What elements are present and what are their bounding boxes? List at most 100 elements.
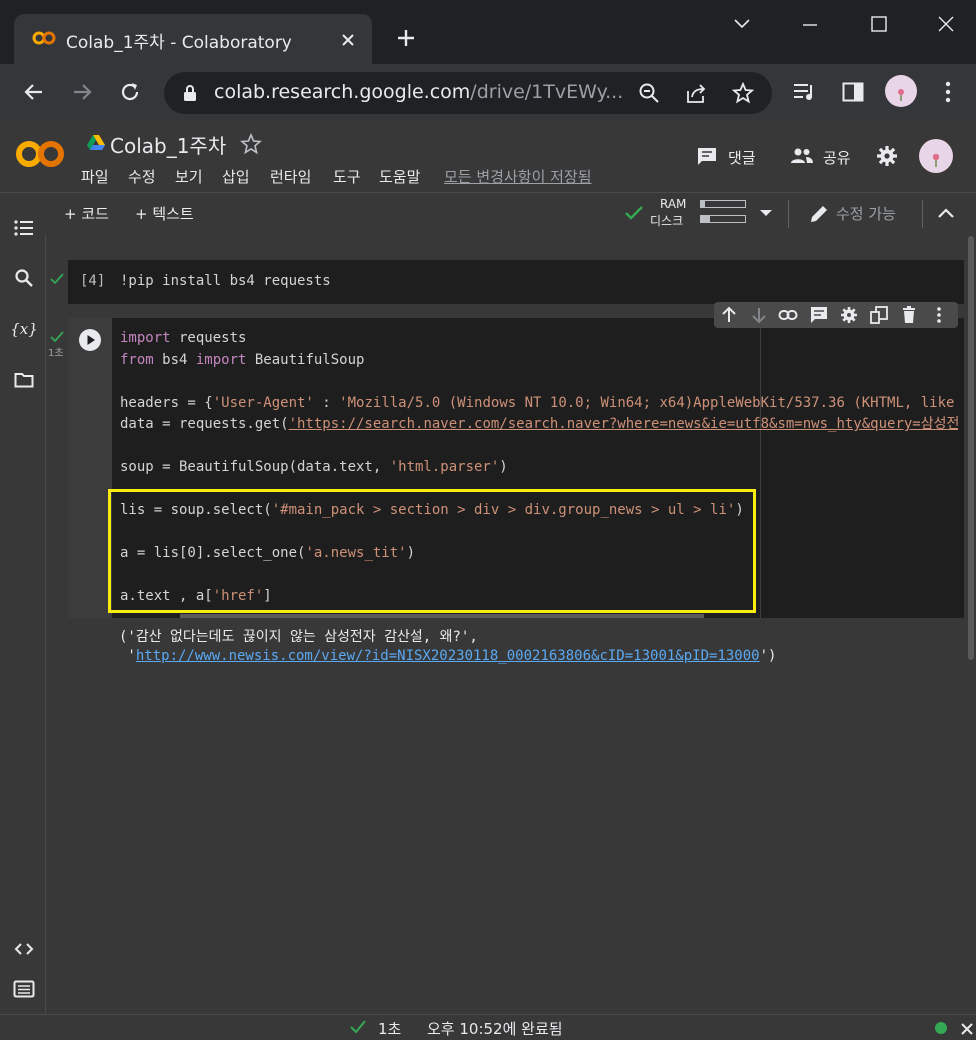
media-control-icon[interactable] xyxy=(792,81,816,103)
share-page-icon[interactable] xyxy=(684,82,708,104)
zoom-icon[interactable] xyxy=(638,82,660,104)
move-cell-down-icon[interactable] xyxy=(750,306,768,324)
add-code-button[interactable]: + 코드 xyxy=(64,203,109,224)
output-token: ') xyxy=(759,648,777,664)
table-of-contents-icon[interactable] xyxy=(14,219,34,237)
url-path: /drive/1TvEWy... xyxy=(470,81,624,103)
google-drive-icon xyxy=(87,135,105,150)
forward-icon[interactable] xyxy=(70,80,94,104)
edit-mode-label[interactable]: 수정 가능 xyxy=(836,203,896,224)
toolbar-divider xyxy=(922,200,923,228)
reload-icon[interactable] xyxy=(118,80,142,104)
output-line-2: 'http://www.newsis.com/view/?id=NISX2023… xyxy=(119,648,776,664)
menu-insert[interactable]: 삽입 xyxy=(222,166,250,187)
menu-view[interactable]: 보기 xyxy=(175,166,203,187)
cell-output: ('감산 없다는데도 끊이지 않는 삼성전자 감산설, 왜?', 'http:/… xyxy=(68,618,964,676)
code-token: soup = BeautifulSoup(data.text, xyxy=(120,459,390,475)
close-window-icon[interactable] xyxy=(926,10,966,40)
output-token: ' xyxy=(119,648,136,664)
account-avatar[interactable] xyxy=(918,138,954,174)
ram-label: RAM xyxy=(660,197,687,211)
collapse-header-chevron-icon[interactable] xyxy=(936,205,956,221)
menu-help[interactable]: 도움말 xyxy=(379,166,420,187)
bookmark-star-icon[interactable] xyxy=(732,82,754,104)
comment-icon[interactable] xyxy=(696,146,718,166)
notebook-title[interactable]: Colab_1주차 xyxy=(110,130,226,159)
code-token: ) xyxy=(499,459,508,475)
browser-tab[interactable]: Colab_1주차 - Colaboratory xyxy=(14,14,372,64)
output-line-1: ('감산 없다는데도 끊이지 않는 삼성전자 감산설, 왜?', xyxy=(119,629,478,645)
edit-pencil-icon[interactable] xyxy=(808,203,830,225)
side-panel-icon[interactable] xyxy=(842,82,864,102)
address-bar[interactable]: colab.research.google.com/drive/1TvEWy..… xyxy=(164,72,772,114)
execution-duration: 1초 xyxy=(378,1020,402,1038)
menu-tools[interactable]: 도구 xyxy=(333,166,361,187)
run-cell-button[interactable] xyxy=(78,328,102,352)
profile-avatar[interactable] xyxy=(884,74,918,108)
code-token: data = requests.get( xyxy=(120,416,289,432)
ram-usage-bar[interactable] xyxy=(700,200,746,208)
more-options-icon[interactable] xyxy=(930,306,948,324)
cell2-gutter xyxy=(68,318,112,618)
output-url-link[interactable]: http://www.newsis.com/view/?id=NISX20230… xyxy=(136,648,760,664)
colab-favicon-icon xyxy=(32,31,56,45)
add-text-button[interactable]: + 텍스트 xyxy=(135,203,194,224)
mirror-cell-icon[interactable] xyxy=(870,306,888,324)
resources-dropdown-icon[interactable] xyxy=(758,208,774,218)
cell-toolbar xyxy=(714,302,958,328)
close-status-icon[interactable] xyxy=(960,1022,974,1036)
lock-icon[interactable] xyxy=(182,84,198,102)
add-comment-icon[interactable] xyxy=(810,306,828,324)
cell1-code[interactable]: !pip install bs4 requests xyxy=(120,271,331,293)
command-palette-icon[interactable] xyxy=(13,980,35,998)
search-icon[interactable] xyxy=(14,268,34,288)
cell2-success-check-icon xyxy=(50,331,64,343)
back-icon[interactable] xyxy=(22,80,46,104)
link-to-cell-icon[interactable] xyxy=(778,306,798,324)
side-rail: {x} xyxy=(0,220,46,1024)
minimize-icon[interactable] xyxy=(790,10,830,40)
code-token: 'html.parser' xyxy=(389,459,500,475)
disk-usage-bar[interactable] xyxy=(700,215,746,223)
move-cell-up-icon[interactable] xyxy=(720,306,738,324)
comment-button[interactable]: 댓글 xyxy=(728,147,756,168)
menu-runtime[interactable]: 런타임 xyxy=(270,166,311,187)
files-folder-icon[interactable] xyxy=(14,372,34,388)
tab-search-chevron-icon[interactable] xyxy=(722,10,762,40)
disk-usage-fill xyxy=(701,216,710,222)
code-token: : xyxy=(313,394,340,411)
browser-titlebar: Colab_1주차 - Colaboratory xyxy=(0,0,976,64)
code-token: BeautifulSoup xyxy=(246,351,365,368)
notebook-toolbar: + 코드 + 텍스트 RAM 디스크 수정 가능 xyxy=(0,192,976,234)
code-cell-1[interactable]: [4] !pip install bs4 requests xyxy=(68,260,964,304)
execution-status-message: 오후 10:52에 완료됨 xyxy=(427,1020,563,1038)
code-token: import xyxy=(195,351,247,368)
maximize-icon[interactable] xyxy=(858,10,898,40)
ram-usage-fill xyxy=(701,201,706,207)
settings-gear-icon[interactable] xyxy=(876,145,898,167)
code-url-token[interactable]: 'https://search.naver.com/search.naver?w… xyxy=(289,416,958,432)
cell2-exec-time: 1초 xyxy=(48,348,64,359)
share-people-icon[interactable] xyxy=(790,147,814,165)
save-status[interactable]: 모든 변경사항이 저장됨 xyxy=(444,166,592,187)
browser-menu-icon[interactable] xyxy=(940,80,956,104)
code-token: from xyxy=(120,351,154,368)
star-notebook-icon[interactable] xyxy=(240,133,262,155)
code-token: 'Mozilla/5.0 (Windows NT 10.0; Win64; x6… xyxy=(339,394,958,411)
url-domain: colab.research.google.com xyxy=(214,81,471,103)
menu-edit[interactable]: 수정 xyxy=(128,166,156,187)
code-snippets-icon[interactable] xyxy=(13,940,35,958)
new-tab-icon[interactable] xyxy=(394,26,418,50)
delete-cell-icon[interactable] xyxy=(900,306,918,324)
disk-label: 디스크 xyxy=(650,214,684,228)
code-token: 'User-Agent' xyxy=(212,394,314,411)
cell-settings-icon[interactable] xyxy=(840,306,858,324)
share-button[interactable]: 공유 xyxy=(823,147,851,168)
variables-icon[interactable]: {x} xyxy=(11,318,37,340)
code-token: import xyxy=(120,330,171,346)
close-tab-icon[interactable] xyxy=(338,30,358,50)
menu-file[interactable]: 파일 xyxy=(81,166,109,187)
vertical-scrollbar[interactable] xyxy=(968,236,974,660)
colab-logo-icon[interactable] xyxy=(16,138,64,170)
tab-title: Colab_1주차 - Colaboratory xyxy=(66,33,292,53)
